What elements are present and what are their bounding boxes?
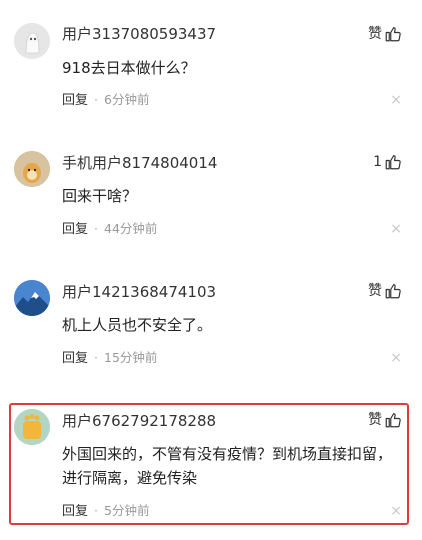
thumbs-up-icon: [385, 27, 401, 42]
like-button[interactable]: 赞: [368, 281, 402, 301]
separator-dot: ·: [94, 350, 98, 365]
username[interactable]: 用户3137080593437: [62, 24, 216, 44]
like-label: 赞: [368, 26, 382, 42]
comment-text: 918去日本做什么？: [62, 59, 196, 77]
comment-time: 44分钟前: [104, 221, 158, 236]
reply-button[interactable]: 回复: [62, 93, 88, 108]
comment-meta: 回复 · 6分钟前: [62, 91, 149, 110]
reply-button[interactable]: 回复: [62, 504, 88, 519]
avatar[interactable]: [14, 280, 50, 316]
comment-text: 外国回来的，不管有没有疫情？到机场直接扣留，进行隔离，避免传染: [62, 445, 393, 487]
close-icon[interactable]: ×: [390, 91, 402, 109]
separator-dot: ·: [94, 503, 98, 518]
comment-meta: 回复 · 15分钟前: [62, 349, 157, 368]
comment-text: 回来干啥？: [62, 187, 138, 205]
like-label: 赞: [368, 412, 382, 428]
close-icon[interactable]: ×: [390, 502, 402, 520]
close-icon[interactable]: ×: [390, 349, 402, 367]
comment-time: 6分钟前: [104, 92, 150, 107]
thumbs-up-icon: [385, 155, 401, 170]
like-button[interactable]: 赞: [368, 410, 402, 430]
thumbs-up-icon: [385, 284, 401, 299]
username[interactable]: 用户1421368474103: [62, 282, 216, 302]
avatar[interactable]: [14, 151, 50, 187]
username[interactable]: 手机用户8174804014: [62, 153, 217, 173]
avatar[interactable]: [14, 409, 50, 445]
close-icon[interactable]: ×: [390, 220, 402, 238]
thumbs-up-icon: [385, 413, 401, 428]
comment-time: 15分钟前: [104, 350, 158, 365]
separator-dot: ·: [94, 92, 98, 107]
like-label: 赞: [368, 283, 382, 299]
separator-dot: ·: [94, 221, 98, 236]
reply-button[interactable]: 回复: [62, 351, 88, 366]
reply-button[interactable]: 回复: [62, 222, 88, 237]
comment-text: 机上人员也不安全了。: [62, 316, 213, 334]
username[interactable]: 用户6762792178288: [62, 411, 216, 431]
comment-meta: 回复 · 44分钟前: [62, 220, 157, 239]
like-button[interactable]: 赞: [368, 24, 402, 44]
comment-time: 5分钟前: [104, 503, 150, 518]
comment-meta: 回复 · 5分钟前: [62, 502, 149, 521]
like-count: 1: [373, 154, 382, 170]
like-button[interactable]: 1: [373, 152, 402, 172]
avatar[interactable]: [14, 23, 50, 59]
